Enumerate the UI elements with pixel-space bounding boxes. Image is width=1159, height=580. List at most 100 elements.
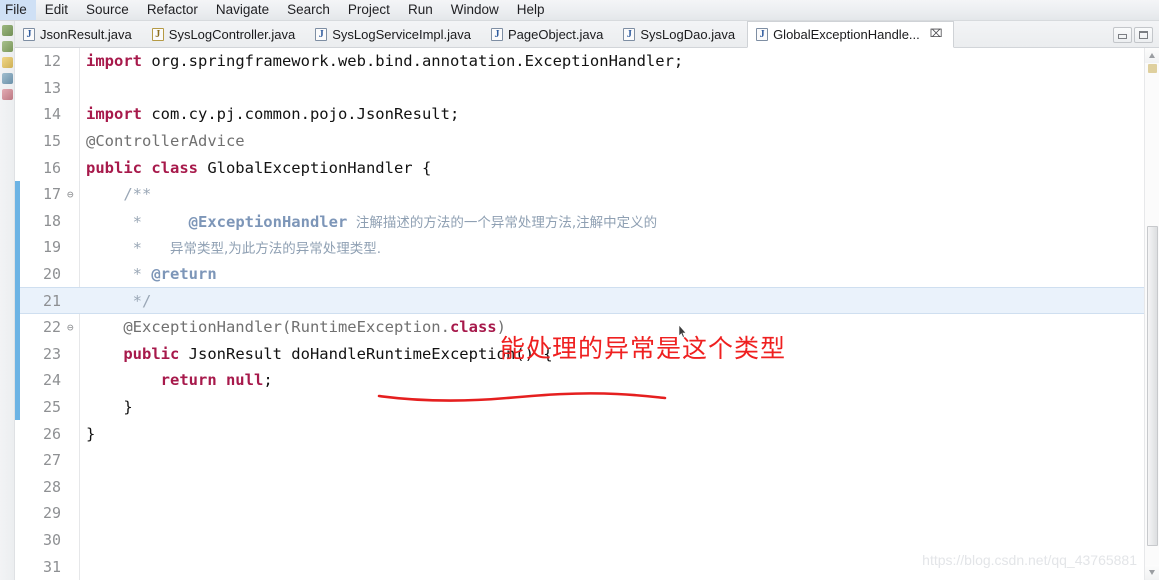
code-line[interactable]: 15 @ControllerAdvice (15, 128, 1159, 155)
code-fold-toggle-icon[interactable]: ⊖ (67, 321, 78, 334)
line-number: 12 (42, 52, 61, 71)
menu-item-source[interactable]: Source (77, 0, 138, 20)
code-line[interactable]: 26} (15, 420, 1159, 447)
code-text[interactable]: import com.cy.pj.common.pojo.JsonResult; (78, 105, 1159, 123)
gutter-change-marker (15, 260, 20, 288)
type-hierarchy-icon[interactable] (1, 41, 13, 52)
menu-item-navigate[interactable]: Navigate (207, 0, 278, 20)
gutter-change-marker (15, 75, 20, 102)
code-text[interactable]: * @ExceptionHandler 注解描述的方法的一个异常处理方法,注解中… (78, 211, 1159, 231)
gutter-change-marker (15, 313, 20, 341)
code-token: com.cy.pj.common.pojo.JsonResult; (142, 105, 460, 124)
code-text[interactable]: import org.springframework.web.bind.anno… (78, 52, 1159, 70)
code-text[interactable]: } (78, 425, 1159, 443)
editor-tab-5[interactable]: GlobalExceptionHandle... ⌧ (747, 21, 955, 48)
code-fold-toggle-icon[interactable]: ⊖ (67, 188, 78, 201)
line-number: 20 (42, 265, 61, 284)
menu-item-edit[interactable]: Edit (36, 0, 77, 20)
line-number: 18 (42, 211, 61, 230)
gutter-change-marker (15, 207, 20, 235)
gutter-change-marker (15, 500, 20, 527)
editor-tab-1[interactable]: SysLogController.java (144, 21, 307, 47)
code-line[interactable]: 23 public JsonResult doHandleRuntimeExce… (15, 340, 1159, 368)
editor-tab-4[interactable]: SysLogDao.java (615, 21, 747, 47)
gutter-change-marker (15, 367, 20, 394)
code-line[interactable]: 20 * @return (15, 260, 1159, 288)
code-line[interactable]: 25 } (15, 393, 1159, 421)
code-token: @return (151, 265, 217, 284)
code-line[interactable]: 28 (15, 474, 1159, 501)
gutter-change-marker (15, 101, 20, 128)
code-text[interactable]: * 异常类型,为此方法的异常处理类型. (78, 237, 1159, 257)
code-text[interactable]: @ControllerAdvice (78, 132, 1159, 150)
code-token: * (86, 212, 189, 231)
menu-item-project[interactable]: Project (339, 0, 399, 20)
line-number: 19 (42, 238, 61, 257)
scroll-down-arrow-icon[interactable] (1145, 565, 1159, 580)
editor-tab-3[interactable]: PageObject.java (483, 21, 615, 47)
code-line[interactable]: 12 import org.springframework.web.bind.an… (15, 48, 1159, 75)
code-token: GlobalExceptionHandler { (197, 158, 432, 177)
line-number: 25 (42, 398, 61, 417)
gutter-change-marker (15, 128, 20, 155)
tab-close-icon[interactable]: ⌧ (930, 29, 943, 40)
code-line[interactable]: 21 */ (15, 287, 1159, 314)
package-explorer-icon[interactable] (1, 25, 13, 36)
code-line[interactable]: 24 return null; (15, 367, 1159, 394)
code-line[interactable]: 31 (15, 553, 1159, 580)
code-line[interactable]: 18 * @ExceptionHandler 注解描述的方法的一个异常处理方法,… (15, 207, 1159, 235)
code-text[interactable]: return null; (78, 371, 1159, 389)
code-line[interactable]: 17 ⊖ /** (15, 180, 1159, 208)
menu-item-refactor[interactable]: Refactor (138, 0, 207, 20)
window-controls (1113, 21, 1157, 48)
code-text[interactable]: @ExceptionHandler(RuntimeException.class… (78, 318, 1159, 336)
code-line[interactable]: 13 (15, 75, 1159, 102)
code-line[interactable]: 19 * 异常类型,为此方法的异常处理类型. (15, 234, 1159, 261)
line-number: 27 (42, 451, 61, 470)
outline-icon[interactable] (1, 73, 13, 84)
code-text[interactable]: * @return (78, 265, 1159, 283)
code-line[interactable]: 22 ⊖ @ExceptionHandler(RuntimeException.c… (15, 313, 1159, 341)
menu-bar: File Edit Source Refactor Navigate Search Proj… (0, 0, 1159, 21)
code-line[interactable]: 14 import com.cy.pj.common.pojo.JsonResul… (15, 101, 1159, 128)
code-text[interactable]: } (78, 398, 1159, 416)
code-token: return null (160, 371, 264, 390)
code-token: @ExceptionHandler(RuntimeException. (86, 318, 450, 337)
code-text[interactable]: public class GlobalExceptionHandler { (78, 159, 1159, 177)
code-token: JsonResult doHandleRuntimeException() { (179, 344, 553, 363)
maximize-icon[interactable] (1134, 26, 1153, 43)
scrollbar-thumb[interactable] (1147, 226, 1158, 546)
code-line[interactable]: 27 (15, 447, 1159, 474)
line-number: 31 (42, 557, 61, 576)
minimize-icon[interactable] (1113, 26, 1132, 43)
menu-item-window[interactable]: Window (442, 0, 508, 20)
warning-marker-icon[interactable] (1148, 64, 1157, 73)
menu-item-search[interactable]: Search (278, 0, 339, 20)
line-number: 30 (42, 530, 61, 549)
code-text[interactable]: public JsonResult doHandleRuntimeExcepti… (78, 345, 1159, 363)
code-line[interactable]: 29 (15, 500, 1159, 527)
editor-tab-2[interactable]: SysLogServiceImpl.java (307, 21, 483, 47)
code-lines-container[interactable]: 12 import org.springframework.web.bind.an… (15, 48, 1159, 580)
menu-item-file[interactable]: File (0, 0, 36, 20)
editor-tab-bar: JsonResult.java SysLogController.java SysL… (15, 21, 1159, 48)
line-number: 21 (42, 291, 61, 310)
gutter-change-marker (15, 447, 20, 474)
folder-icon[interactable] (1, 57, 13, 68)
code-text[interactable]: /** (78, 185, 1159, 203)
menu-item-help[interactable]: Help (508, 0, 554, 20)
scroll-up-arrow-icon[interactable] (1145, 48, 1159, 63)
code-line[interactable]: 16 public class GlobalExceptionHandler { (15, 154, 1159, 181)
vertical-scrollbar[interactable] (1144, 48, 1159, 580)
code-text[interactable]: */ (78, 292, 1159, 310)
editor-tab-0[interactable]: JsonResult.java (15, 21, 144, 47)
editor-tab-label: PageObject.java (507, 26, 604, 42)
code-token: */ (86, 291, 152, 310)
code-line[interactable]: 30 (15, 527, 1159, 554)
bookmark-icon[interactable] (1, 89, 13, 100)
menu-item-run[interactable]: Run (399, 0, 442, 20)
gutter-change-marker (15, 340, 20, 368)
gutter-change-marker (15, 180, 20, 208)
code-editor[interactable]: 12 import org.springframework.web.bind.an… (15, 48, 1159, 580)
